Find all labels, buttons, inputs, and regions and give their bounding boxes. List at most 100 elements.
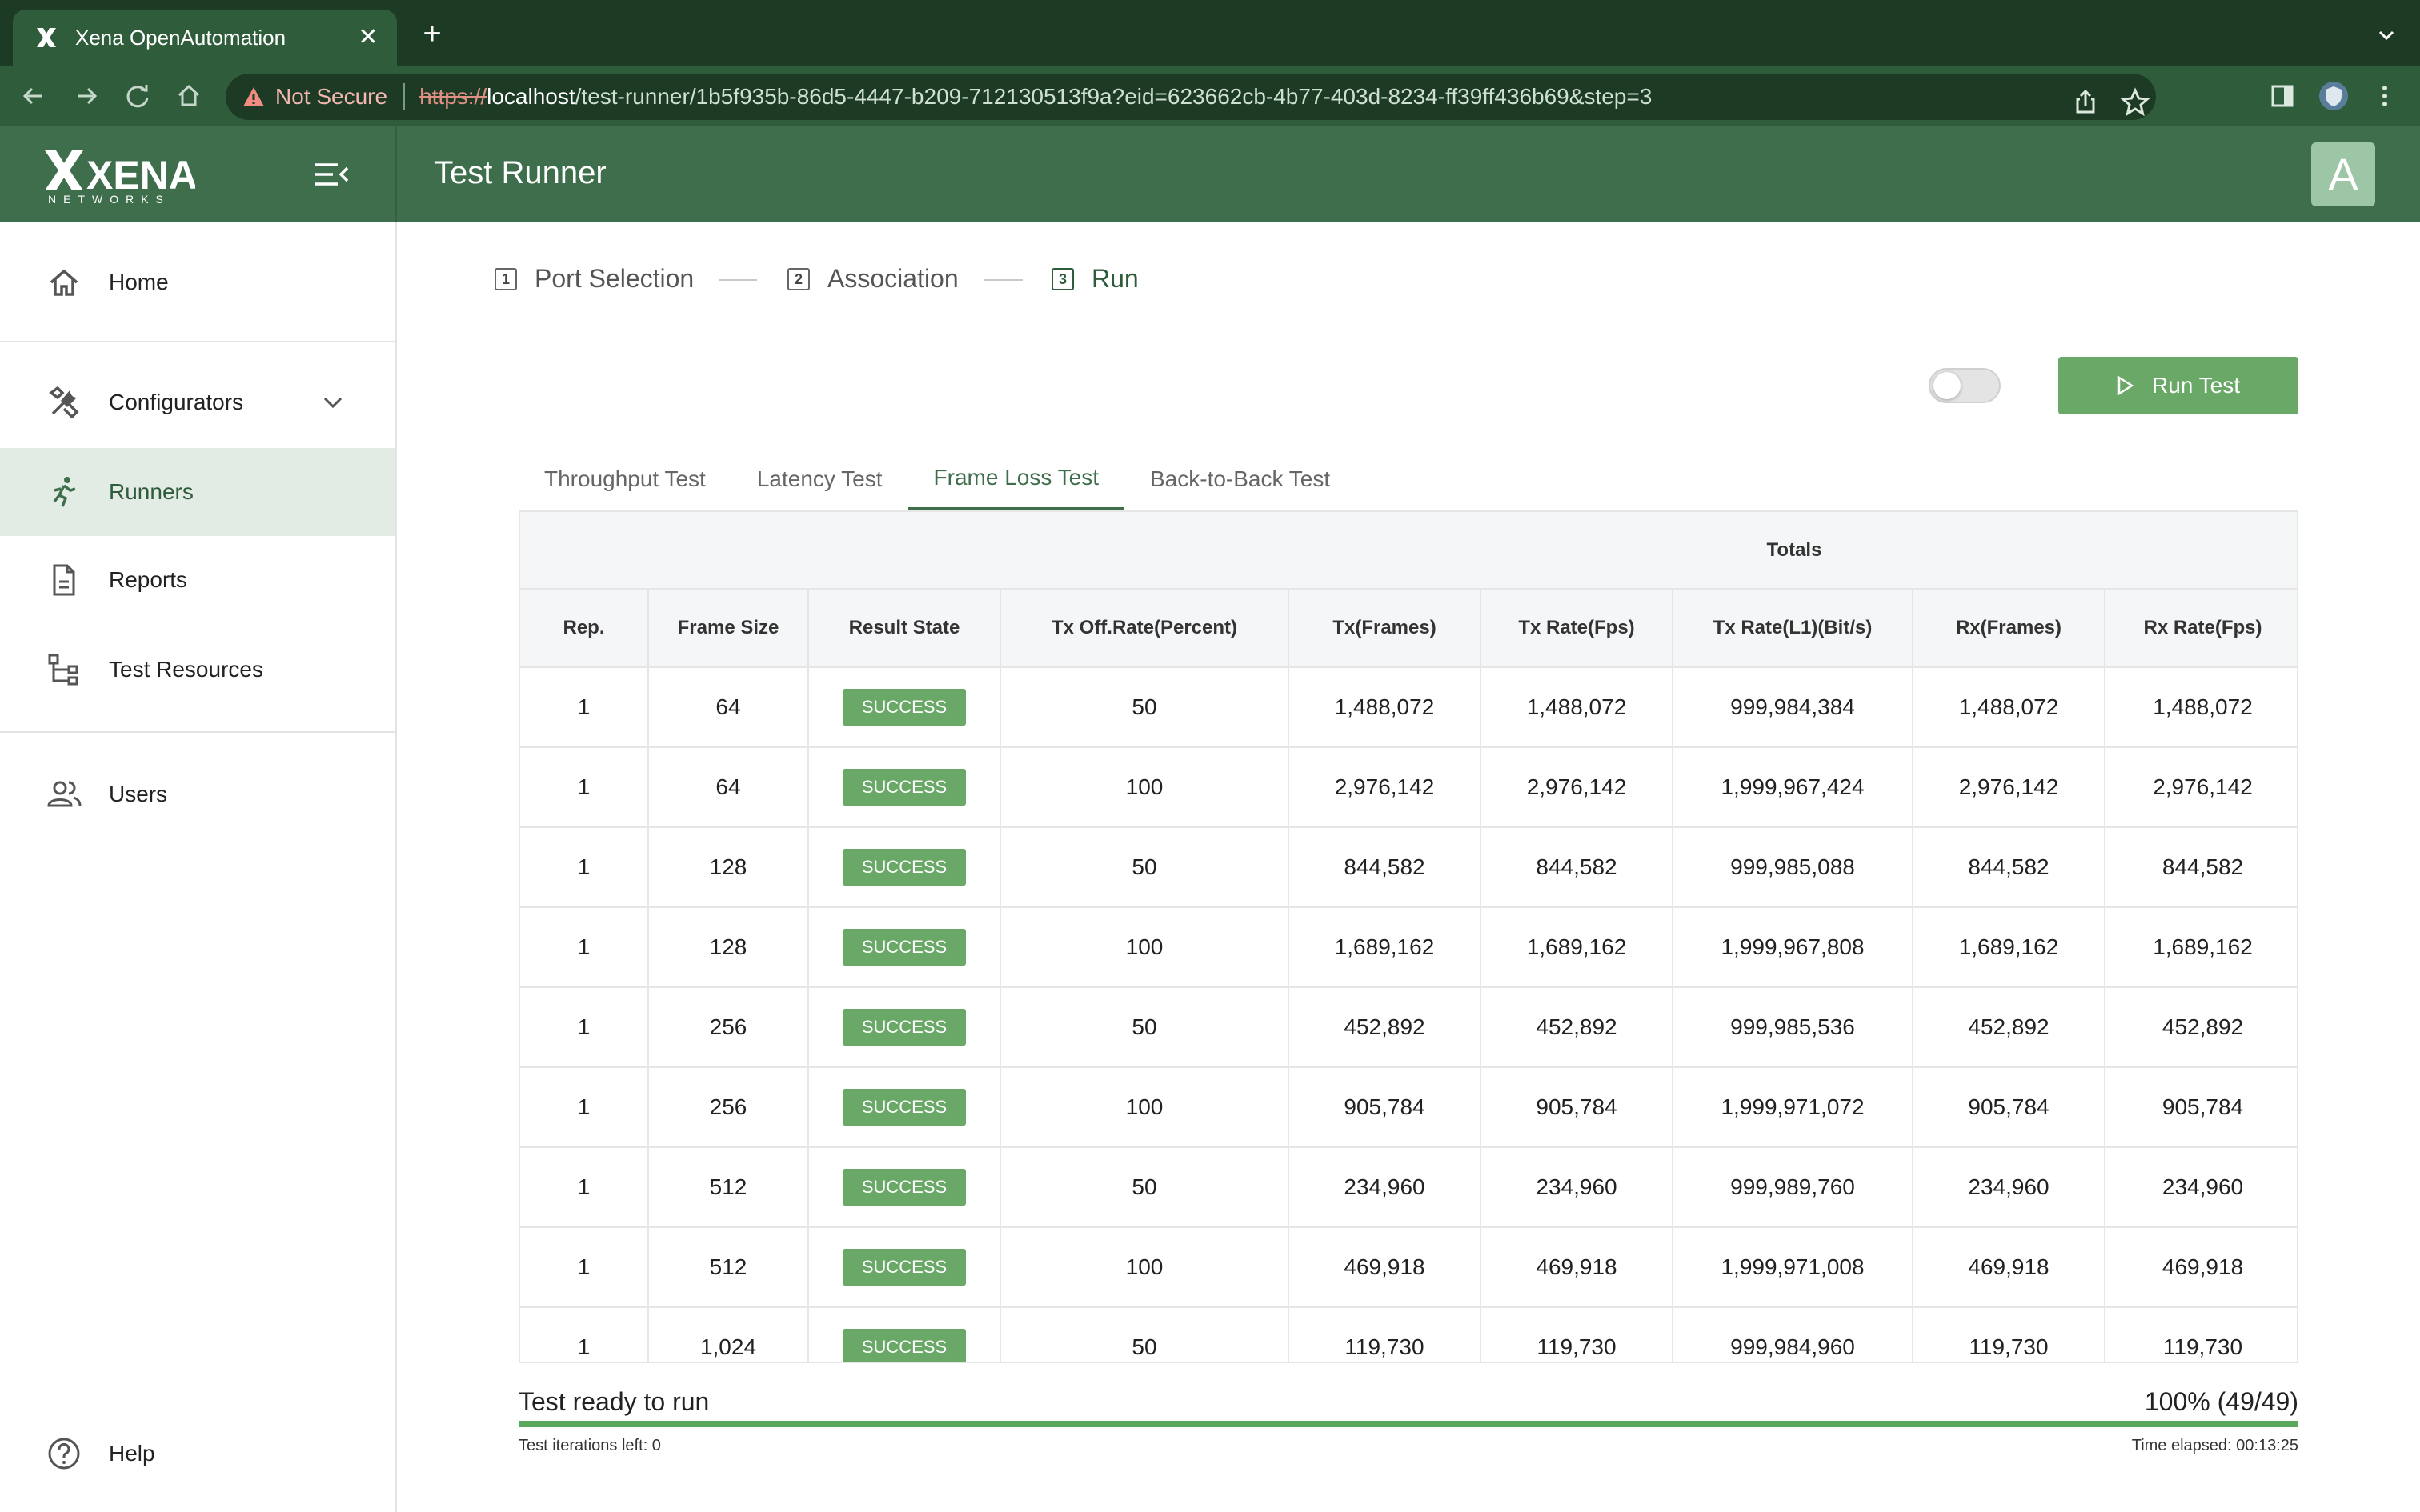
back-icon[interactable] [18, 80, 50, 112]
table-cell: 119,730 [1913, 1307, 2105, 1362]
chevron-down-icon[interactable] [320, 390, 346, 415]
table-cell: 1,999,971,008 [1673, 1227, 1913, 1308]
table-row: 1 128 SUCCESS 50 844,582 844,582 999,985,088 84… [520, 827, 2297, 908]
table-cell: 234,960 [1288, 1147, 1481, 1228]
table-cell: 1 [520, 667, 649, 748]
result-state-cell: SUCCESS [808, 747, 1001, 828]
sidebar-item-configurators[interactable]: Configurators [0, 358, 395, 446]
table-row: 1 64 SUCCESS 100 2,976,142 2,976,142 1,999,967… [520, 747, 2297, 828]
status-badge: SUCCESS [843, 1169, 966, 1206]
share-icon[interactable] [2069, 86, 2101, 118]
column-header[interactable]: Tx Rate(Fps) [1480, 589, 1673, 668]
address-bar[interactable]: Not Secure https://localhost/test-runner… [226, 74, 2156, 120]
table-cell: 512 [648, 1227, 809, 1308]
column-header[interactable]: Tx Off.Rate(Percent) [1000, 589, 1289, 668]
avatar[interactable]: A [2311, 142, 2375, 206]
column-header[interactable]: Tx Rate(L1)(Bit/s) [1673, 589, 1913, 668]
bookmark-star-icon[interactable] [2119, 86, 2151, 118]
table-cell: 1 [520, 827, 649, 908]
column-header[interactable]: Result State [808, 589, 1001, 668]
browser-tab[interactable]: Xena OpenAutomation ✕ [13, 10, 397, 66]
tab-frame-loss-test[interactable]: Frame Loss Test [908, 448, 1124, 510]
table-group-header: Totals [1288, 512, 2297, 590]
time-elapsed: Time elapsed: 00:13:25 [2131, 1437, 2298, 1454]
step-run[interactable]: 3 Run [1052, 264, 1139, 294]
table-group-spacer [520, 512, 1288, 590]
browser-menu-icon[interactable] [2369, 80, 2401, 112]
sidebar-panel-icon[interactable] [2266, 80, 2298, 112]
document-icon [53, 564, 75, 596]
sidebar-item-test-resources[interactable]: Test Resources [0, 626, 395, 714]
sidebar-item-home[interactable]: Home [0, 238, 395, 326]
sidebar-divider [0, 731, 395, 733]
result-state-cell: SUCCESS [808, 667, 1001, 748]
column-header[interactable]: Rx(Frames) [1913, 589, 2105, 668]
sidebar-item-label: Home [109, 270, 169, 294]
result-state-cell: SUCCESS [808, 987, 1001, 1068]
step-port-selection[interactable]: 1 Port Selection [495, 264, 694, 294]
sidebar-item-reports[interactable]: Reports [0, 536, 395, 624]
table-cell: 1,488,072 [2105, 667, 2297, 748]
table-cell: 100 [1000, 747, 1289, 828]
sidebar-item-runners[interactable]: Runners [0, 448, 395, 536]
results-table-container[interactable]: Totals Rep. Frame Size Result State Tx O… [519, 510, 2298, 1363]
url-text[interactable]: https://localhost/test-runner/1b5f935b-8… [419, 84, 1652, 110]
table-cell: 1 [520, 1067, 649, 1148]
table-row: 1 512 SUCCESS 50 234,960 234,960 999,989,760 23… [520, 1147, 2297, 1228]
status-badge: SUCCESS [843, 689, 966, 726]
table-cell: 1 [520, 747, 649, 828]
table-body: 1 64 SUCCESS 50 1,488,072 1,488,072 999,984,38… [520, 667, 2297, 1362]
run-test-button[interactable]: Run Test [2058, 357, 2298, 414]
result-state-cell: SUCCESS [808, 827, 1001, 908]
new-tab-icon[interactable]: + [416, 18, 448, 50]
table-cell: 452,892 [1288, 987, 1481, 1068]
tab-throughput-test[interactable]: Throughput Test [519, 448, 731, 510]
table-cell: 64 [648, 747, 809, 828]
table-cell: 844,582 [2105, 827, 2297, 908]
warning-icon [243, 87, 264, 106]
table-cell: 256 [648, 987, 809, 1068]
chevron-down-icon[interactable] [2375, 24, 2398, 46]
extension-shield-icon[interactable] [2318, 80, 2350, 112]
step-association[interactable]: 2 Association [787, 264, 959, 294]
sidebar-item-users[interactable]: Users [0, 750, 395, 838]
collapse-menu-icon[interactable] [314, 160, 351, 189]
table-cell: 119,730 [1480, 1307, 1673, 1362]
table-cell: 469,918 [2105, 1227, 2297, 1308]
table-row: 1 1,024 SUCCESS 50 119,730 119,730 999,984,960… [520, 1307, 2297, 1362]
tab-back-to-back-test[interactable]: Back-to-Back Test [1124, 448, 1356, 510]
table-cell: 999,985,536 [1673, 987, 1913, 1068]
table-cell: 1,689,162 [1288, 907, 1481, 988]
toggle-switch[interactable] [1929, 368, 2001, 403]
result-state-cell: SUCCESS [808, 907, 1001, 988]
table-cell: 128 [648, 907, 809, 988]
table-cell: 100 [1000, 907, 1289, 988]
not-secure-label[interactable]: Not Secure [275, 84, 387, 110]
column-header[interactable]: Rep. [520, 589, 649, 668]
column-header[interactable]: Rx Rate(Fps) [2105, 589, 2297, 668]
run-test-label: Run Test [2152, 373, 2240, 398]
column-header[interactable]: Frame Size [648, 589, 809, 668]
table-cell: 1 [520, 1307, 649, 1362]
table-cell: 50 [1000, 667, 1289, 748]
status-badge: SUCCESS [843, 1249, 966, 1286]
home-browser-icon[interactable] [173, 80, 205, 112]
table-cell: 50 [1000, 987, 1289, 1068]
table-cell: 452,892 [2105, 987, 2297, 1068]
reload-icon[interactable] [122, 80, 154, 112]
status-text: Test ready to run [519, 1387, 710, 1416]
runner-icon [53, 477, 76, 507]
progress-percent: 100% (49/49) [2144, 1387, 2298, 1416]
status-badge: SUCCESS [843, 929, 966, 966]
sidebar-item-help[interactable]: Help [0, 1410, 395, 1498]
forward-icon[interactable] [70, 80, 102, 112]
play-icon [2118, 376, 2134, 395]
close-tab-icon[interactable]: ✕ [354, 23, 383, 52]
column-header[interactable]: Tx(Frames) [1288, 589, 1481, 668]
table-cell: 1,999,971,072 [1673, 1067, 1913, 1148]
xena-favicon-icon [37, 28, 56, 47]
table-row: 1 64 SUCCESS 50 1,488,072 1,488,072 999,984,38… [520, 667, 2297, 748]
step-connector [984, 279, 1023, 281]
tab-latency-test[interactable]: Latency Test [731, 448, 908, 510]
status-badge: SUCCESS [843, 849, 966, 886]
